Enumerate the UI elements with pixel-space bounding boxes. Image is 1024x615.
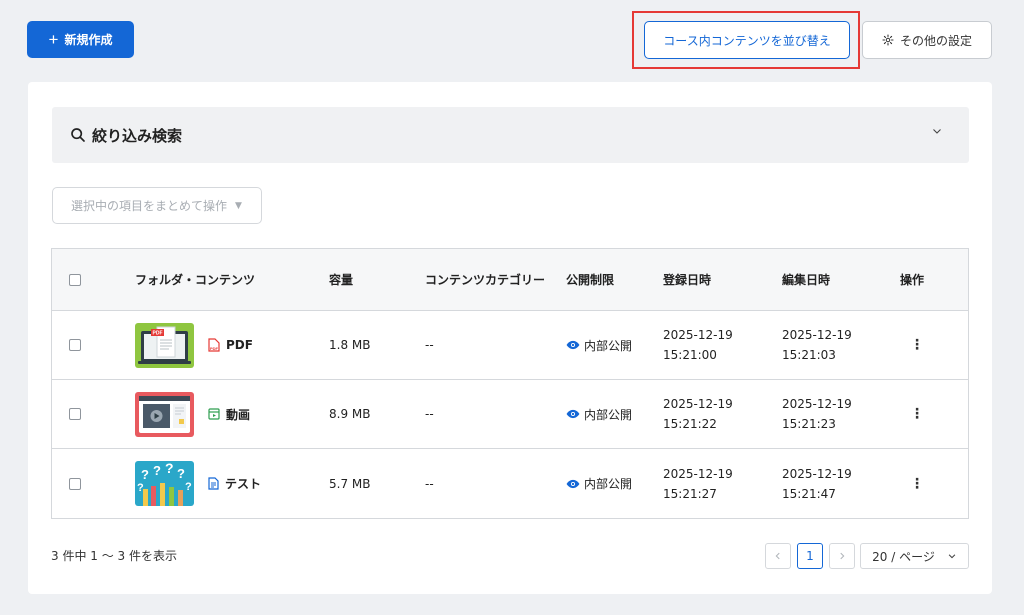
kebab-icon[interactable]: ⋮ bbox=[910, 406, 924, 422]
header-registered: 登録日時 bbox=[663, 273, 712, 287]
registered-time: 15:21:22 bbox=[663, 417, 717, 431]
test-thumbnail: ? ? ? ? ? ? bbox=[135, 461, 194, 506]
eye-icon bbox=[566, 479, 580, 488]
edited-date: 2025-12-19 bbox=[782, 328, 852, 342]
bulk-action-label: 選択中の項目をまとめて操作 bbox=[71, 199, 228, 213]
content-size: 1.8 MB bbox=[329, 338, 371, 352]
content-name[interactable]: テスト bbox=[225, 475, 261, 492]
svg-text:?: ? bbox=[165, 461, 174, 476]
header-edited: 編集日時 bbox=[782, 273, 831, 287]
visibility-label: 内部公開 bbox=[584, 407, 633, 422]
table-row[interactable]: ? ? ? ? ? ? テスト 5.7 MB -- 内部公開 2025-12-1… bbox=[52, 449, 968, 518]
filter-title: 絞り込み検索 bbox=[92, 126, 183, 145]
registered-date: 2025-12-19 bbox=[663, 328, 733, 342]
row-checkbox[interactable] bbox=[69, 339, 81, 351]
svg-text:?: ? bbox=[177, 466, 185, 481]
select-all-checkbox[interactable] bbox=[69, 273, 81, 286]
page-button-current[interactable]: 1 bbox=[797, 543, 823, 569]
content-name[interactable]: 動画 bbox=[226, 406, 250, 423]
new-button[interactable]: + 新規作成 bbox=[27, 21, 134, 58]
header-category: コンテンツカテゴリー bbox=[425, 272, 546, 287]
plus-icon: + bbox=[48, 30, 59, 49]
row-checkbox[interactable] bbox=[69, 477, 81, 490]
content-category: -- bbox=[425, 476, 434, 491]
bulk-action-select[interactable]: 選択中の項目をまとめて操作 ▼ bbox=[52, 187, 262, 224]
filter-accordion[interactable]: 絞り込み検索 bbox=[52, 107, 969, 163]
registered-date: 2025-12-19 bbox=[663, 466, 733, 481]
chevron-down-icon[interactable] bbox=[931, 125, 943, 137]
test-file-icon bbox=[208, 477, 219, 490]
header-visibility: 公開制限 bbox=[566, 273, 615, 287]
svg-text:?: ? bbox=[185, 481, 192, 493]
header-size: 容量 bbox=[329, 273, 354, 287]
registered-date: 2025-12-19 bbox=[663, 397, 733, 411]
chevron-left-icon bbox=[775, 552, 780, 560]
chevron-right-icon bbox=[840, 552, 845, 560]
edited-date: 2025-12-19 bbox=[782, 397, 852, 411]
settings-button[interactable]: その他の設定 bbox=[862, 21, 992, 59]
visibility-label: 内部公開 bbox=[584, 338, 633, 353]
kebab-icon[interactable]: ⋮ bbox=[910, 337, 924, 353]
table-row[interactable]: PDF PDF PDF 1.8 MB -- 内部公開 2025-12-19 15:… bbox=[52, 311, 968, 380]
content-size: 8.9 MB bbox=[329, 407, 371, 421]
page-size-select[interactable]: 20 / ページ bbox=[860, 543, 969, 569]
content-category: -- bbox=[425, 338, 434, 352]
svg-text:?: ? bbox=[137, 482, 144, 494]
search-icon bbox=[71, 128, 85, 142]
edited-time: 15:21:47 bbox=[782, 486, 836, 501]
svg-text:?: ? bbox=[153, 463, 161, 478]
pdf-file-icon: PDF bbox=[208, 338, 220, 352]
edited-date: 2025-12-19 bbox=[782, 466, 852, 481]
new-button-label: 新規作成 bbox=[64, 33, 113, 47]
reorder-button[interactable]: コース内コンテンツを並び替え bbox=[644, 21, 850, 59]
caret-down-icon: ▼ bbox=[235, 200, 242, 211]
svg-text:PDF: PDF bbox=[153, 330, 163, 336]
registered-time: 15:21:27 bbox=[663, 486, 717, 501]
settings-button-label: その他の設定 bbox=[899, 33, 972, 48]
svg-text:?: ? bbox=[141, 467, 149, 482]
video-file-icon bbox=[208, 408, 220, 420]
content-category: -- bbox=[425, 407, 434, 421]
table-header: フォルダ・コンテンツ 容量 コンテンツカテゴリー 公開制限 登録日時 編集日時 … bbox=[52, 249, 968, 311]
edited-time: 15:21:03 bbox=[782, 348, 836, 362]
video-thumbnail bbox=[135, 391, 194, 437]
table-row[interactable]: 動画 8.9 MB -- 内部公開 2025-12-19 15:21:22 202… bbox=[52, 380, 968, 449]
pdf-thumbnail: PDF bbox=[135, 322, 194, 368]
content-panel: 絞り込み検索 選択中の項目をまとめて操作 ▼ フォルダ・コンテンツ 容量 コンテ… bbox=[28, 82, 992, 594]
row-checkbox[interactable] bbox=[69, 408, 81, 420]
result-count: 3 件中 1 ～ 3 件を表示 bbox=[51, 549, 177, 563]
gear-icon bbox=[882, 34, 894, 46]
page-size-label: 20 / ページ bbox=[872, 549, 935, 564]
content-name[interactable]: PDF bbox=[226, 338, 253, 352]
contents-table: フォルダ・コンテンツ 容量 コンテンツカテゴリー 公開制限 登録日時 編集日時 … bbox=[51, 248, 969, 519]
next-page-button[interactable] bbox=[829, 543, 855, 569]
chevron-down-icon bbox=[948, 554, 956, 559]
eye-icon bbox=[566, 409, 580, 419]
header-name: フォルダ・コンテンツ bbox=[135, 273, 256, 287]
prev-page-button[interactable] bbox=[765, 543, 791, 569]
header-action: 操作 bbox=[900, 273, 925, 287]
registered-time: 15:21:00 bbox=[663, 348, 717, 362]
eye-icon bbox=[566, 340, 580, 350]
content-size: 5.7 MB bbox=[329, 476, 371, 491]
reorder-button-label: コース内コンテンツを並び替え bbox=[663, 33, 831, 48]
svg-text:PDF: PDF bbox=[210, 346, 219, 351]
kebab-icon[interactable]: ⋮ bbox=[910, 476, 924, 492]
visibility-label: 内部公開 bbox=[584, 477, 633, 491]
edited-time: 15:21:23 bbox=[782, 417, 836, 431]
